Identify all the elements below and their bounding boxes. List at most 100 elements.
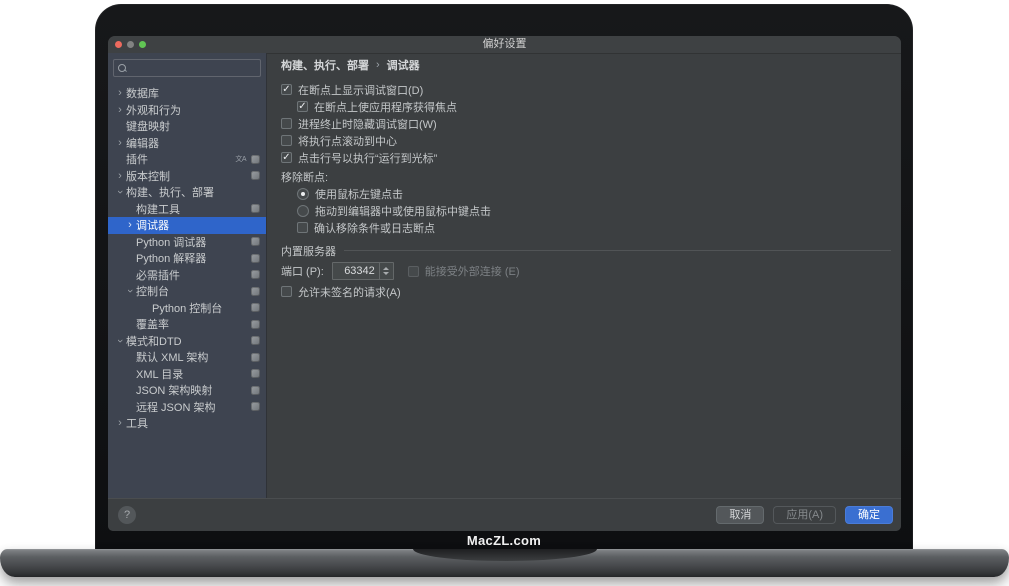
settings-sidebar: › 数据库 › 外观和行为 键盘映射: [108, 53, 267, 498]
port-label: 端口 (P):: [281, 263, 324, 279]
breadcrumb-separator-icon: ›: [376, 59, 380, 71]
sidebar-item-debugger[interactable]: › 调试器: [108, 217, 266, 234]
sidebar-item-plugins[interactable]: 插件 文A: [108, 151, 266, 168]
sidebar-item-label: 覆盖率: [136, 316, 169, 332]
window-title: 偏好设置: [108, 36, 901, 53]
option-label: 将执行点滚动到中心: [298, 133, 397, 149]
cancel-button[interactable]: 取消: [716, 506, 764, 524]
plugin-badge-icon: [251, 320, 260, 329]
port-row: 端口 (P): 63342 能接受外部: [281, 262, 893, 280]
checkbox-allow-unsigned-requests[interactable]: 允许未签名的请求(A): [281, 283, 893, 300]
chevron-right-icon[interactable]: ›: [114, 138, 126, 148]
radio-remove-by-drag-or-middle-click[interactable]: 拖动到编辑器中或使用鼠标中键点击: [281, 202, 893, 219]
chevron-right-icon[interactable]: ›: [114, 418, 126, 428]
apply-button[interactable]: 应用(A): [773, 506, 836, 524]
breadcrumb-parent[interactable]: 构建、执行、部署: [281, 57, 369, 73]
section-divider: [344, 250, 891, 251]
radio-remove-by-left-click[interactable]: 使用鼠标左键点击: [281, 185, 893, 202]
breadcrumb-current: 调试器: [387, 57, 420, 73]
sidebar-item-schemas-and-dtd[interactable]: › 模式和DTD: [108, 333, 266, 350]
checkbox-click-line-number-run-to-cursor[interactable]: ✓ 点击行号以执行“运行到光标”: [281, 149, 893, 166]
sidebar-item-database[interactable]: › 数据库: [108, 85, 266, 102]
sidebar-item-remote-json-schemas[interactable]: 远程 JSON 架构: [108, 399, 266, 416]
chevron-right-icon[interactable]: ›: [114, 171, 126, 181]
plugin-badge-icon: [251, 369, 260, 378]
builtin-server-section-header: 内置服务器: [281, 242, 893, 259]
sidebar-item-keymap[interactable]: 键盘映射: [108, 118, 266, 135]
checkbox-unchecked-icon: [281, 135, 292, 146]
option-label: 确认移除条件或日志断点: [314, 220, 435, 236]
sidebar-item-console[interactable]: › 控制台: [108, 283, 266, 300]
sidebar-item-python-debugger[interactable]: Python 调试器: [108, 234, 266, 251]
checkbox-show-debug-window-on-breakpoint[interactable]: ✓ 在断点上显示调试窗口(D): [281, 81, 893, 98]
translate-icon: 文A: [235, 154, 246, 164]
port-value[interactable]: 63342: [333, 263, 379, 279]
plugin-badge-icon: [251, 270, 260, 279]
settings-main-panel: 构建、执行、部署 › 调试器 ✓ 在断点上显示调试窗口(D) ✓ 在断点上使应用…: [267, 53, 901, 498]
checkbox-checked-icon: ✓: [281, 152, 292, 163]
sidebar-item-xml-catalog[interactable]: XML 目录: [108, 366, 266, 383]
sidebar-item-label: 构建工具: [136, 201, 180, 217]
sidebar-item-appearance-behavior[interactable]: › 外观和行为: [108, 102, 266, 119]
sidebar-item-build-tools[interactable]: 构建工具: [108, 201, 266, 218]
checkbox-accept-external-connections: 能接受外部连接 (E): [408, 263, 520, 279]
bezel-brand-text: MacZL.com: [95, 533, 913, 548]
stepper-down-icon[interactable]: [383, 272, 389, 275]
laptop-screen-bezel: 偏好设置 › 数据库: [95, 4, 913, 551]
chevron-down-icon[interactable]: ›: [115, 335, 125, 347]
section-title: 内置服务器: [281, 243, 336, 259]
checkbox-scroll-execution-point-to-center[interactable]: 将执行点滚动到中心: [281, 132, 893, 149]
checkbox-unchecked-icon: [297, 222, 308, 233]
sidebar-item-label: 版本控制: [126, 168, 170, 184]
chevron-right-icon[interactable]: ›: [114, 105, 126, 115]
option-label: 点击行号以执行“运行到光标”: [298, 150, 437, 166]
radio-selected-icon: [297, 188, 309, 200]
sidebar-item-python-interpreter[interactable]: Python 解释器: [108, 250, 266, 267]
stepper-up-icon[interactable]: [383, 267, 389, 270]
plugin-badge-icon: [251, 287, 260, 296]
sidebar-item-label: 模式和DTD: [126, 333, 182, 349]
sidebar-item-default-xml-schemas[interactable]: 默认 XML 架构: [108, 349, 266, 366]
sidebar-item-build-execution-deployment[interactable]: › 构建、执行、部署: [108, 184, 266, 201]
option-label: 进程终止时隐藏调试窗口(W): [298, 116, 437, 132]
plugin-badge-icon: [251, 237, 260, 246]
search-icon: [118, 64, 127, 73]
window-body: › 数据库 › 外观和行为 键盘映射: [108, 53, 901, 498]
sidebar-item-label: 工具: [126, 415, 148, 431]
chevron-right-icon[interactable]: ›: [114, 88, 126, 98]
sidebar-item-required-plugins[interactable]: 必需插件: [108, 267, 266, 284]
sidebar-item-json-schema-mappings[interactable]: JSON 架构映射: [108, 382, 266, 399]
chevron-down-icon[interactable]: ›: [125, 285, 135, 297]
port-stepper[interactable]: [379, 263, 393, 279]
chevron-right-icon[interactable]: ›: [124, 220, 136, 230]
sidebar-item-label: 必需插件: [136, 267, 180, 283]
sidebar-item-coverage[interactable]: 覆盖率: [108, 316, 266, 333]
sidebar-item-editor[interactable]: › 编辑器: [108, 135, 266, 152]
sidebar-item-version-control[interactable]: › 版本控制: [108, 168, 266, 185]
checkbox-unchecked-icon: [281, 286, 292, 297]
settings-search-box[interactable]: [113, 59, 261, 77]
checkbox-hide-debug-window-on-termination[interactable]: 进程终止时隐藏调试窗口(W): [281, 115, 893, 132]
option-label: 使用鼠标左键点击: [315, 186, 403, 202]
radio-unselected-icon: [297, 205, 309, 217]
laptop-base: [0, 549, 1009, 577]
sidebar-item-label: 键盘映射: [126, 118, 170, 134]
sidebar-item-label: Python 解释器: [136, 250, 206, 266]
port-input[interactable]: 63342: [332, 262, 394, 280]
chevron-down-icon[interactable]: ›: [115, 186, 125, 198]
plugin-badge-icon: [251, 204, 260, 213]
checkbox-confirm-remove-conditional-breakpoint[interactable]: 确认移除条件或日志断点: [281, 219, 893, 236]
help-button[interactable]: ?: [118, 506, 136, 524]
checkbox-checked-icon: ✓: [297, 101, 308, 112]
option-label: 拖动到编辑器中或使用鼠标中键点击: [315, 203, 491, 219]
checkbox-focus-app-on-breakpoint[interactable]: ✓ 在断点上使应用程序获得焦点: [281, 98, 893, 115]
ok-button[interactable]: 确定: [845, 506, 893, 524]
sidebar-item-python-console[interactable]: Python 控制台: [108, 300, 266, 317]
sidebar-item-label: 默认 XML 架构: [136, 349, 208, 365]
option-label: 能接受外部连接 (E): [425, 263, 520, 279]
checkbox-checked-icon: ✓: [281, 84, 292, 95]
footer-bar: ? 取消 应用(A) 确定: [108, 498, 901, 531]
search-input[interactable]: [131, 61, 256, 75]
sidebar-item-tools[interactable]: › 工具: [108, 415, 266, 432]
title-bar[interactable]: 偏好设置: [108, 36, 901, 54]
